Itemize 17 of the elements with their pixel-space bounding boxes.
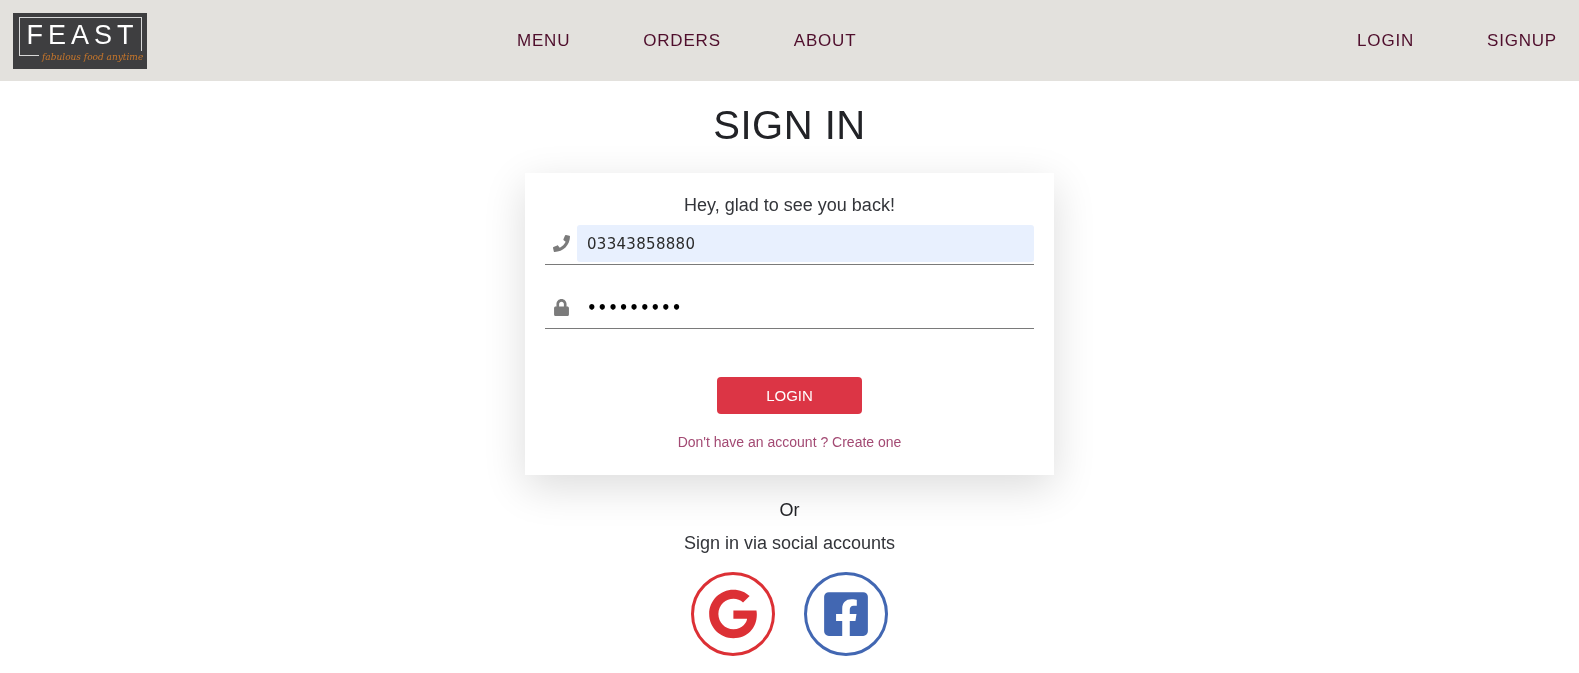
logo-title: FEAST bbox=[25, 20, 139, 50]
lock-icon bbox=[552, 299, 570, 316]
page-title: SIGN IN bbox=[713, 102, 866, 149]
google-icon bbox=[708, 589, 758, 639]
or-text: Or bbox=[779, 499, 800, 522]
phone-field[interactable]: 03343858880 bbox=[577, 225, 1034, 262]
account-link[interactable]: SIGNUP bbox=[1487, 29, 1557, 52]
account-link[interactable]: LOGIN bbox=[1357, 29, 1414, 52]
phone-icon bbox=[552, 235, 570, 252]
create-account-link[interactable]: Don't have an account ? Create one bbox=[677, 432, 902, 452]
login-button[interactable]: LOGIN bbox=[717, 377, 862, 414]
social-caption: Sign in via social accounts bbox=[683, 532, 896, 555]
nav-link[interactable]: ORDERS bbox=[643, 29, 721, 52]
nav-link[interactable]: ABOUT bbox=[793, 29, 857, 52]
greeting-text: Hey, glad to see you back! bbox=[684, 194, 895, 217]
nav-link[interactable]: MENU bbox=[517, 29, 571, 52]
facebook-icon bbox=[821, 589, 871, 639]
